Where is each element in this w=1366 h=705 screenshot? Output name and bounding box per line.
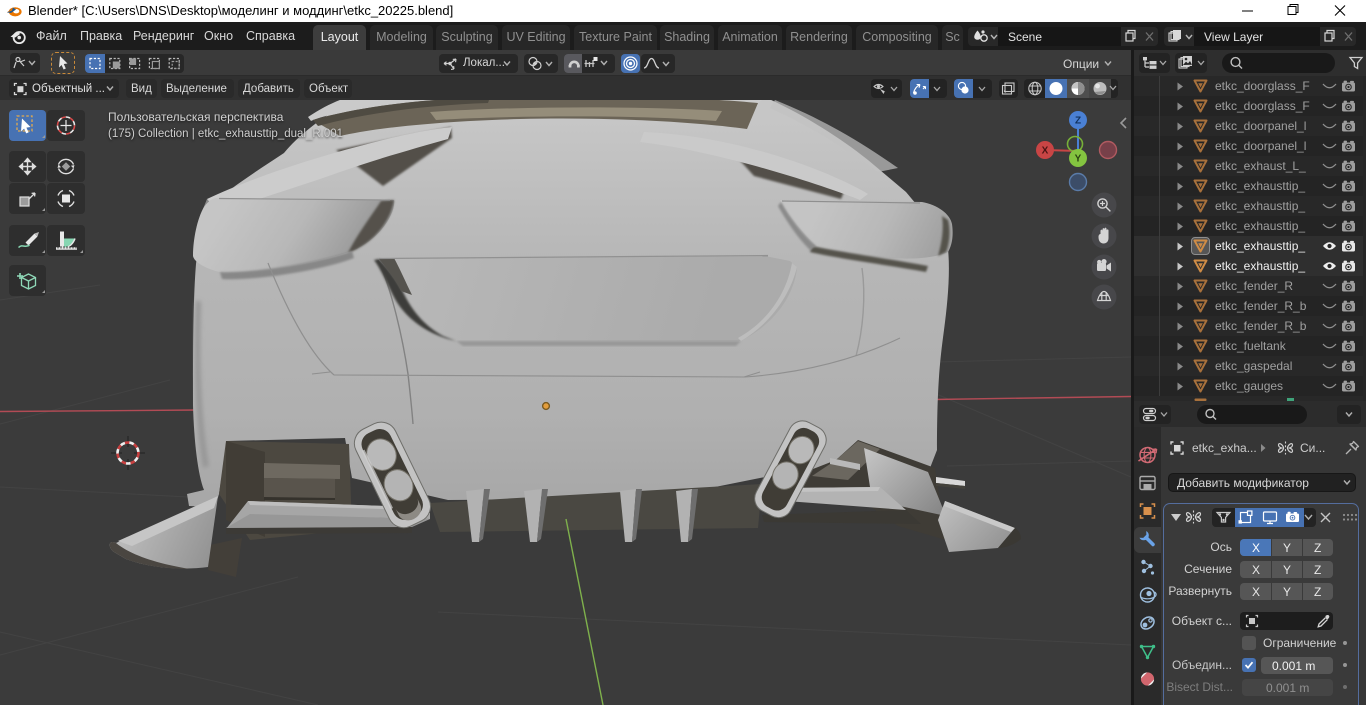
svg-text:Y: Y [1075, 154, 1082, 165]
svg-text:X: X [1042, 146, 1049, 157]
svg-text:Z: Z [1075, 116, 1081, 127]
